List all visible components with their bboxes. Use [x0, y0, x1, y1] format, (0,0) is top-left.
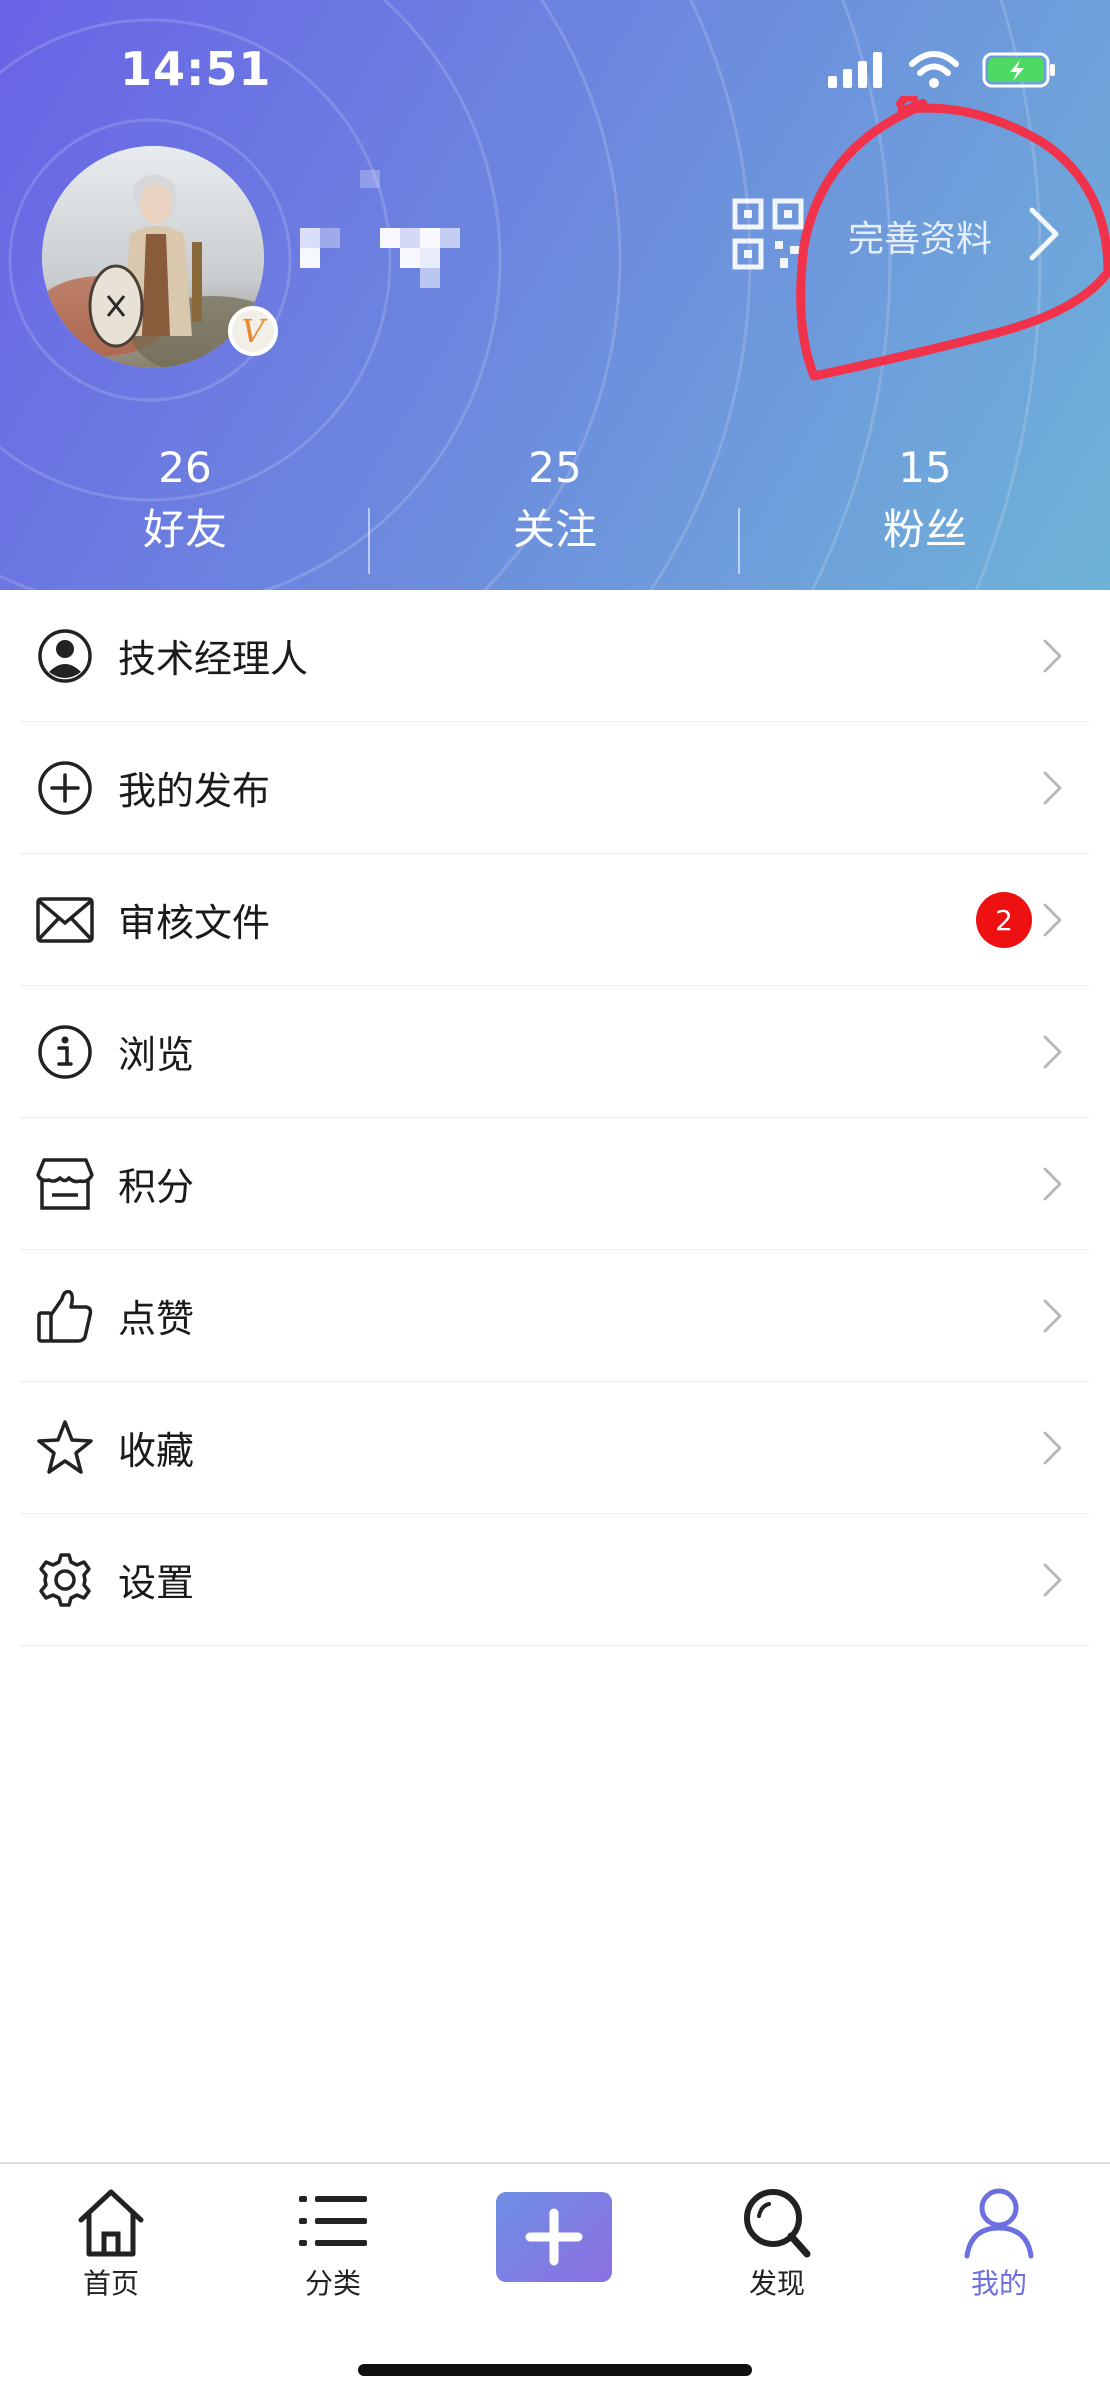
tab-home-label: 首页: [82, 2267, 139, 2300]
home-icon: [78, 2189, 144, 2257]
chevron-right-icon: [1043, 1563, 1062, 1597]
menu-item-browse[interactable]: 浏览: [20, 986, 1090, 1118]
chevron-right-icon[interactable]: [1026, 206, 1062, 262]
tab-categories[interactable]: 分类: [258, 2184, 408, 2302]
chevron-right-icon: [1043, 1035, 1062, 1069]
battery-icon: [982, 52, 1055, 88]
stat-friends[interactable]: 26 好友: [0, 440, 370, 580]
plus-icon: [525, 2208, 583, 2266]
username-pixelated: [300, 170, 460, 288]
star-icon: [36, 1419, 94, 1477]
menu-item-points[interactable]: 积分: [20, 1118, 1090, 1250]
list-icon: [299, 2196, 367, 2246]
user-icon: [964, 2188, 1034, 2259]
menu-item-review-files[interactable]: 审核文件 2: [20, 854, 1090, 986]
chevron-right-icon: [1043, 1167, 1062, 1201]
complete-profile-link[interactable]: 完善资料: [848, 210, 992, 262]
status-icons: [828, 50, 1058, 90]
stat-fans[interactable]: 15 粉丝: [740, 440, 1110, 580]
stat-following-label: 关注: [512, 505, 597, 554]
status-time: 14:51: [120, 42, 272, 96]
info-circle-icon: [36, 1023, 94, 1081]
menu-item-label: 点赞: [118, 1297, 195, 1341]
qr-code-icon[interactable]: [732, 198, 804, 270]
menu-item-label: 我的发布: [118, 769, 271, 813]
menu-item-label: 技术经理人: [118, 637, 309, 681]
tab-categories-label: 分类: [304, 2267, 361, 2300]
menu-item-label: 设置: [118, 1561, 195, 1605]
plus-circle-icon: [36, 759, 94, 817]
menu-item-my-posts[interactable]: 我的发布: [20, 722, 1090, 854]
tab-discover-label: 发现: [748, 2267, 805, 2300]
tab-home[interactable]: 首页: [36, 2184, 186, 2302]
tab-discover[interactable]: 发现: [702, 2184, 852, 2302]
profile-stats: 26 好友 25 关注 15 粉丝: [0, 440, 1110, 580]
home-indicator: [358, 2364, 752, 2376]
menu-item-favorites[interactable]: 收藏: [20, 1382, 1090, 1514]
store-icon: [36, 1155, 94, 1213]
stat-friends-count: 26: [158, 443, 212, 492]
chevron-right-icon: [1043, 903, 1062, 937]
thumbs-up-icon: [36, 1287, 94, 1345]
signal-icon: [828, 52, 882, 88]
menu-item-tech-manager[interactable]: 技术经理人: [20, 590, 1090, 722]
menu-item-settings[interactable]: 设置: [20, 1514, 1090, 1646]
unread-count-badge: 2: [976, 892, 1032, 948]
chevron-right-icon: [1043, 1431, 1062, 1465]
gear-icon: [36, 1551, 94, 1609]
profile-header: 14:51 V 完善资料 26 好友 25 关注 15 粉丝: [0, 0, 1110, 590]
menu-item-label: 审核文件: [118, 901, 271, 945]
stat-friends-label: 好友: [142, 505, 227, 554]
tab-mine[interactable]: 我的: [924, 2184, 1074, 2302]
chevron-right-icon: [1043, 639, 1062, 673]
search-icon: [744, 2189, 811, 2258]
add-post-button[interactable]: [496, 2192, 612, 2282]
stat-following-count: 25: [528, 443, 582, 492]
chevron-right-icon: [1043, 771, 1062, 805]
chevron-right-icon: [1043, 1299, 1062, 1333]
menu-list: 技术经理人 我的发布 审核文件 2 浏览 积分 点赞 收藏 设置: [0, 590, 1110, 1646]
tab-mine-label: 我的: [970, 2267, 1027, 2300]
stat-fans-count: 15: [898, 443, 952, 492]
status-bar: 14:51: [0, 0, 1110, 140]
menu-item-likes[interactable]: 点赞: [20, 1250, 1090, 1382]
menu-item-label: 收藏: [118, 1429, 195, 1473]
envelope-icon: [36, 891, 94, 949]
stat-fans-label: 粉丝: [882, 505, 967, 554]
wifi-icon: [909, 51, 959, 88]
person-circle-icon: [36, 627, 94, 685]
menu-item-label: 浏览: [118, 1033, 195, 1077]
menu-item-label: 积分: [118, 1165, 195, 1209]
vip-badge: V: [228, 306, 278, 356]
stat-following[interactable]: 25 关注: [370, 440, 740, 580]
